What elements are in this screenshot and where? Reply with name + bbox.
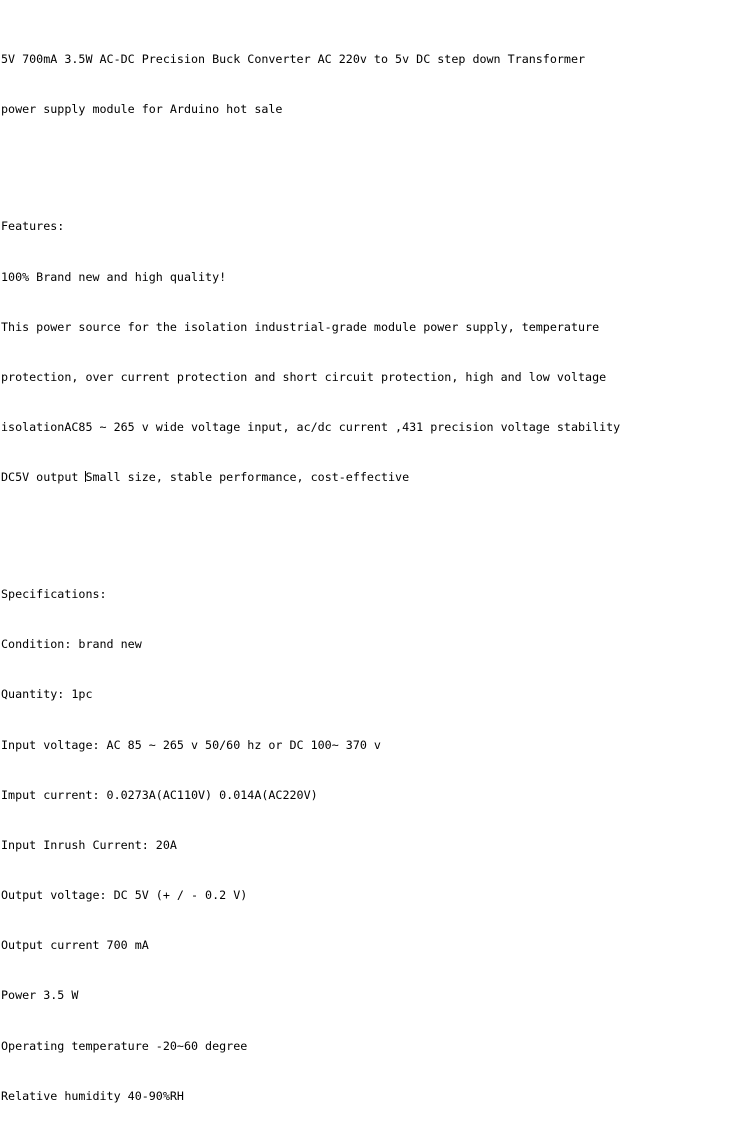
features-line-1: 100% Brand new and high quality! bbox=[1, 269, 227, 284]
features-line-5-suffix: Small size, stable performance, cost-eff… bbox=[85, 470, 410, 485]
specifications-heading: Specifications: bbox=[1, 587, 107, 602]
features-line-3: protection, over current protection and … bbox=[1, 369, 607, 384]
spec-line-output-current: Output current 700 mA bbox=[1, 938, 149, 953]
blank-line-2 bbox=[1, 519, 735, 536]
features-line-5: DC5V output Small size, stable performan… bbox=[1, 469, 735, 486]
spec-line-power: Power 3.5 W bbox=[1, 988, 79, 1003]
blank-line-1 bbox=[1, 151, 735, 168]
title-line-1: 5V 700mA 3.5W AC-DC Precision Buck Conve… bbox=[1, 52, 586, 67]
product-description-text[interactable]: 5V 700mA 3.5W AC-DC Precision Buck Conve… bbox=[0, 0, 735, 1134]
spec-line-input-voltage: Input voltage: AC 85 ~ 265 v 50/60 hz or… bbox=[1, 737, 381, 752]
features-line-4: isolationAC85 ~ 265 v wide voltage input… bbox=[1, 419, 621, 434]
features-line-2: This power source for the isolation indu… bbox=[1, 319, 600, 334]
spec-line-relative-humidity: Relative humidity 40-90%RH bbox=[1, 1088, 184, 1103]
features-line-5-prefix: DC5V output bbox=[1, 470, 86, 485]
title-line-2: power supply module for Arduino hot sale bbox=[1, 102, 283, 117]
features-heading: Features: bbox=[1, 219, 65, 234]
spec-line-output-voltage: Output voltage: DC 5V (+ / - 0.2 V) bbox=[1, 888, 248, 903]
spec-line-input-current: Imput current: 0.0273A(AC110V) 0.014A(AC… bbox=[1, 787, 318, 802]
spec-line-inrush-current: Input Inrush Current: 20A bbox=[1, 837, 177, 852]
spec-line-operating-temperature: Operating temperature -20~60 degree bbox=[1, 1038, 248, 1053]
spec-line-quantity: Quantity: 1pc bbox=[1, 687, 93, 702]
spec-line-condition: Condition: brand new bbox=[1, 637, 142, 652]
